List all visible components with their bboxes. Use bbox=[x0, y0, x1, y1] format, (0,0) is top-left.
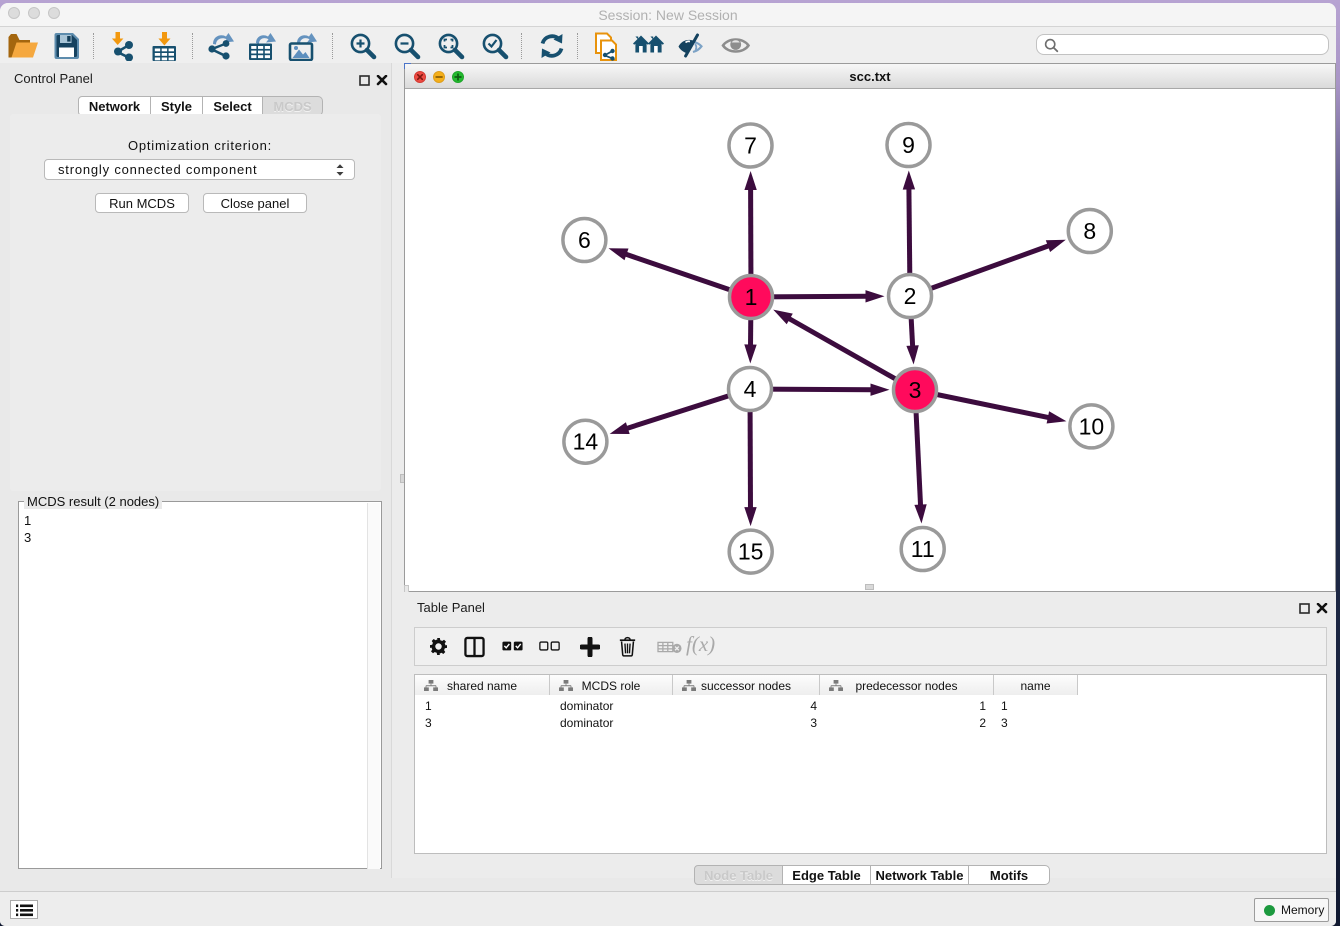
svg-text:6: 6 bbox=[578, 227, 591, 253]
svg-text:7: 7 bbox=[744, 133, 757, 159]
svg-text:9: 9 bbox=[902, 132, 915, 158]
svg-text:4: 4 bbox=[744, 376, 757, 402]
svg-text:11: 11 bbox=[911, 536, 935, 562]
svg-text:14: 14 bbox=[573, 429, 599, 455]
svg-text:15: 15 bbox=[738, 539, 764, 565]
svg-text:2: 2 bbox=[904, 283, 917, 309]
svg-text:3: 3 bbox=[909, 377, 922, 403]
svg-text:10: 10 bbox=[1079, 413, 1105, 439]
svg-text:1: 1 bbox=[745, 284, 758, 310]
svg-text:8: 8 bbox=[1083, 218, 1096, 244]
